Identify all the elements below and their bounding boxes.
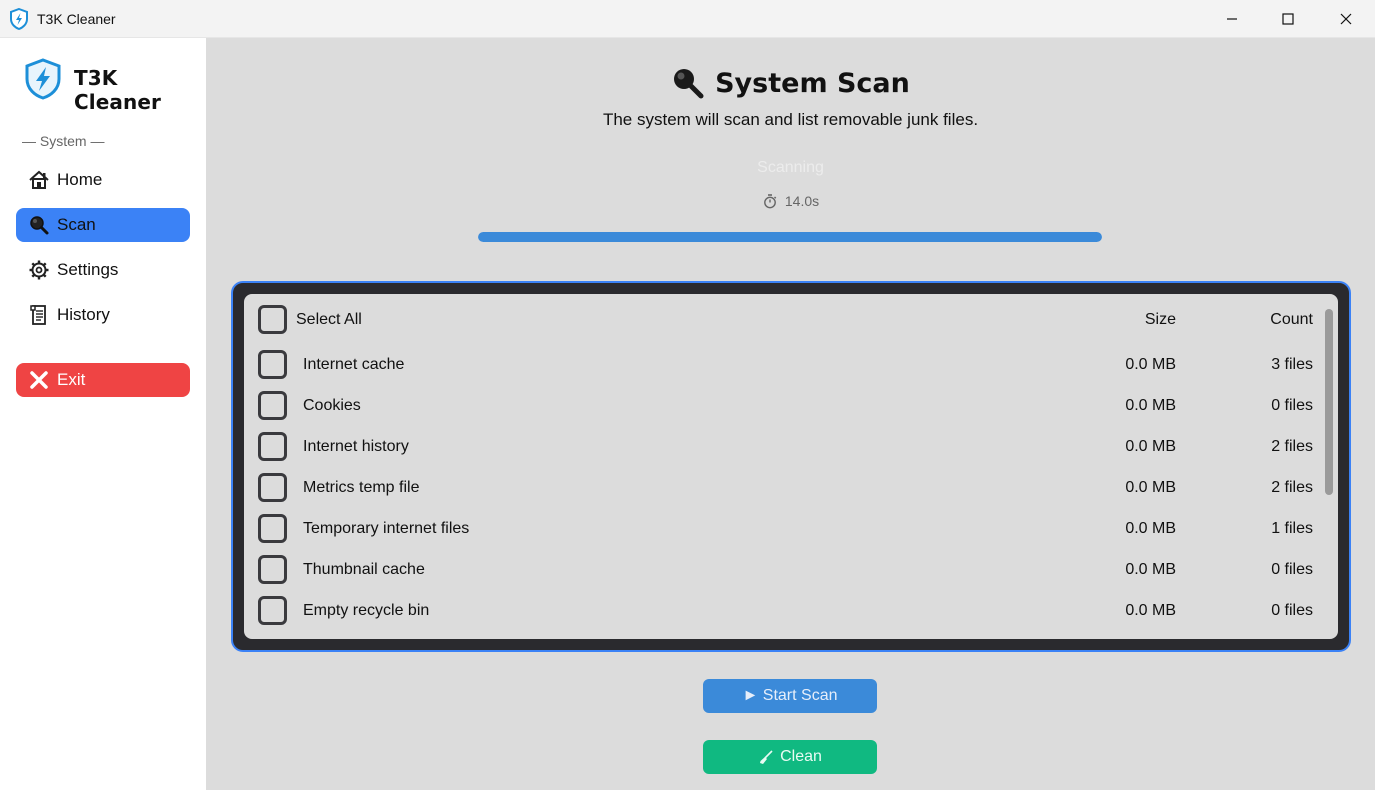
list-item[interactable]: Internet cache 0.0 MB 3 files	[244, 347, 1338, 383]
start-scan-button[interactable]: ► Start Scan	[703, 679, 877, 713]
list-item[interactable]: Internet history 0.0 MB 2 files	[244, 429, 1338, 465]
page-subtitle: The system will scan and list removable …	[602, 110, 979, 129]
item-size: 0.0 MB	[1125, 397, 1176, 414]
item-checkbox[interactable]	[258, 555, 287, 584]
clean-button[interactable]: Clean	[703, 740, 877, 774]
list-item[interactable]: Cookies 0.0 MB 0 files	[244, 388, 1338, 424]
item-name: Metrics temp file	[303, 479, 420, 496]
item-checkbox[interactable]	[258, 350, 287, 379]
scan-status: Scanning	[757, 159, 824, 176]
window-title: T3K Cleaner	[37, 11, 116, 27]
cross-icon	[28, 369, 50, 391]
maximize-button[interactable]	[1259, 0, 1317, 38]
minimize-icon	[1227, 18, 1237, 20]
item-count: 0 files	[1271, 397, 1313, 414]
sidebar-item-scan[interactable]: Scan	[16, 208, 190, 242]
start-scan-label: ► Start Scan	[742, 687, 838, 704]
item-size: 0.0 MB	[1125, 561, 1176, 578]
app-shield-icon	[10, 8, 28, 30]
exit-button[interactable]: Exit	[16, 363, 190, 397]
close-icon	[1340, 13, 1352, 25]
minimize-button[interactable]	[1203, 0, 1261, 38]
broom-icon	[758, 749, 774, 765]
gear-icon	[28, 259, 50, 281]
item-count: 3 files	[1271, 356, 1313, 373]
sidebar-item-label: Settings	[57, 260, 119, 279]
item-count: 2 files	[1271, 438, 1313, 455]
exit-label: Exit	[57, 370, 86, 389]
list-item[interactable]: Metrics temp file 0.0 MB 2 files	[244, 470, 1338, 506]
item-checkbox[interactable]	[258, 596, 287, 625]
sidebar-item-home[interactable]: Home	[16, 163, 190, 197]
list-item[interactable]: Empty recycle bin 0.0 MB 0 files	[244, 593, 1338, 629]
list-scrollbar[interactable]	[1325, 309, 1333, 495]
close-button[interactable]	[1317, 0, 1375, 38]
count-header: Count	[1270, 311, 1313, 328]
list-header: Select All Size Count	[244, 302, 1338, 338]
title-bar: T3K Cleaner	[0, 0, 1375, 38]
stopwatch-icon	[763, 194, 777, 209]
item-name: Internet cache	[303, 356, 405, 373]
results-list: Select All Size Count Internet cache 0.0…	[244, 294, 1338, 639]
item-count: 1 files	[1271, 520, 1313, 537]
scan-progress-fill	[478, 232, 1102, 242]
item-size: 0.0 MB	[1125, 479, 1176, 496]
main-content: System Scan The system will scan and lis…	[206, 38, 1375, 790]
home-icon	[28, 169, 50, 191]
elapsed-timer: 14.0s	[206, 193, 1375, 209]
item-name: Cookies	[303, 397, 361, 414]
logo-shield-icon	[25, 58, 61, 100]
sidebar-item-history[interactable]: History	[16, 298, 190, 332]
item-size: 0.0 MB	[1125, 520, 1176, 537]
item-name: Thumbnail cache	[303, 561, 425, 578]
item-count: 0 files	[1271, 602, 1313, 619]
item-size: 0.0 MB	[1125, 602, 1176, 619]
item-name: Empty recycle bin	[303, 602, 430, 619]
page-header: System Scan	[206, 66, 1375, 100]
magnifier-icon	[28, 214, 50, 236]
item-checkbox[interactable]	[258, 473, 287, 502]
item-checkbox[interactable]	[258, 432, 287, 461]
list-item[interactable]: Thumbnail cache 0.0 MB 0 files	[244, 552, 1338, 588]
sidebar: T3K Cleaner — System — Home Scan Setting…	[0, 38, 206, 790]
item-name: Internet history	[303, 438, 409, 455]
item-count: 0 files	[1271, 561, 1313, 578]
sidebar-item-label: History	[57, 305, 110, 324]
item-count: 2 files	[1271, 479, 1313, 496]
maximize-icon	[1282, 13, 1294, 25]
sidebar-item-label: Scan	[57, 215, 96, 234]
list-item[interactable]: Temporary internet files 0.0 MB 1 files	[244, 511, 1338, 547]
item-name: Temporary internet files	[303, 520, 470, 537]
item-checkbox[interactable]	[258, 514, 287, 543]
magnifier-icon	[674, 69, 704, 99]
sidebar-item-label: Home	[57, 170, 103, 189]
item-size: 0.0 MB	[1125, 438, 1176, 455]
sidebar-item-settings[interactable]: Settings	[16, 253, 190, 287]
page-title: System Scan	[715, 67, 910, 99]
size-header: Size	[1144, 311, 1176, 328]
brand-name: T3K Cleaner	[74, 66, 161, 114]
item-size: 0.0 MB	[1125, 356, 1176, 373]
elapsed-time: 14.0s	[784, 193, 820, 209]
item-checkbox[interactable]	[258, 391, 287, 420]
scan-progress-bar	[478, 232, 1102, 242]
results-panel: Select All Size Count Internet cache 0.0…	[231, 281, 1351, 652]
scroll-icon	[28, 304, 50, 326]
section-label: — System —	[22, 133, 105, 149]
select-all-label: Select All	[296, 311, 362, 328]
clean-label: Clean	[780, 748, 822, 765]
select-all-checkbox[interactable]	[258, 305, 287, 334]
